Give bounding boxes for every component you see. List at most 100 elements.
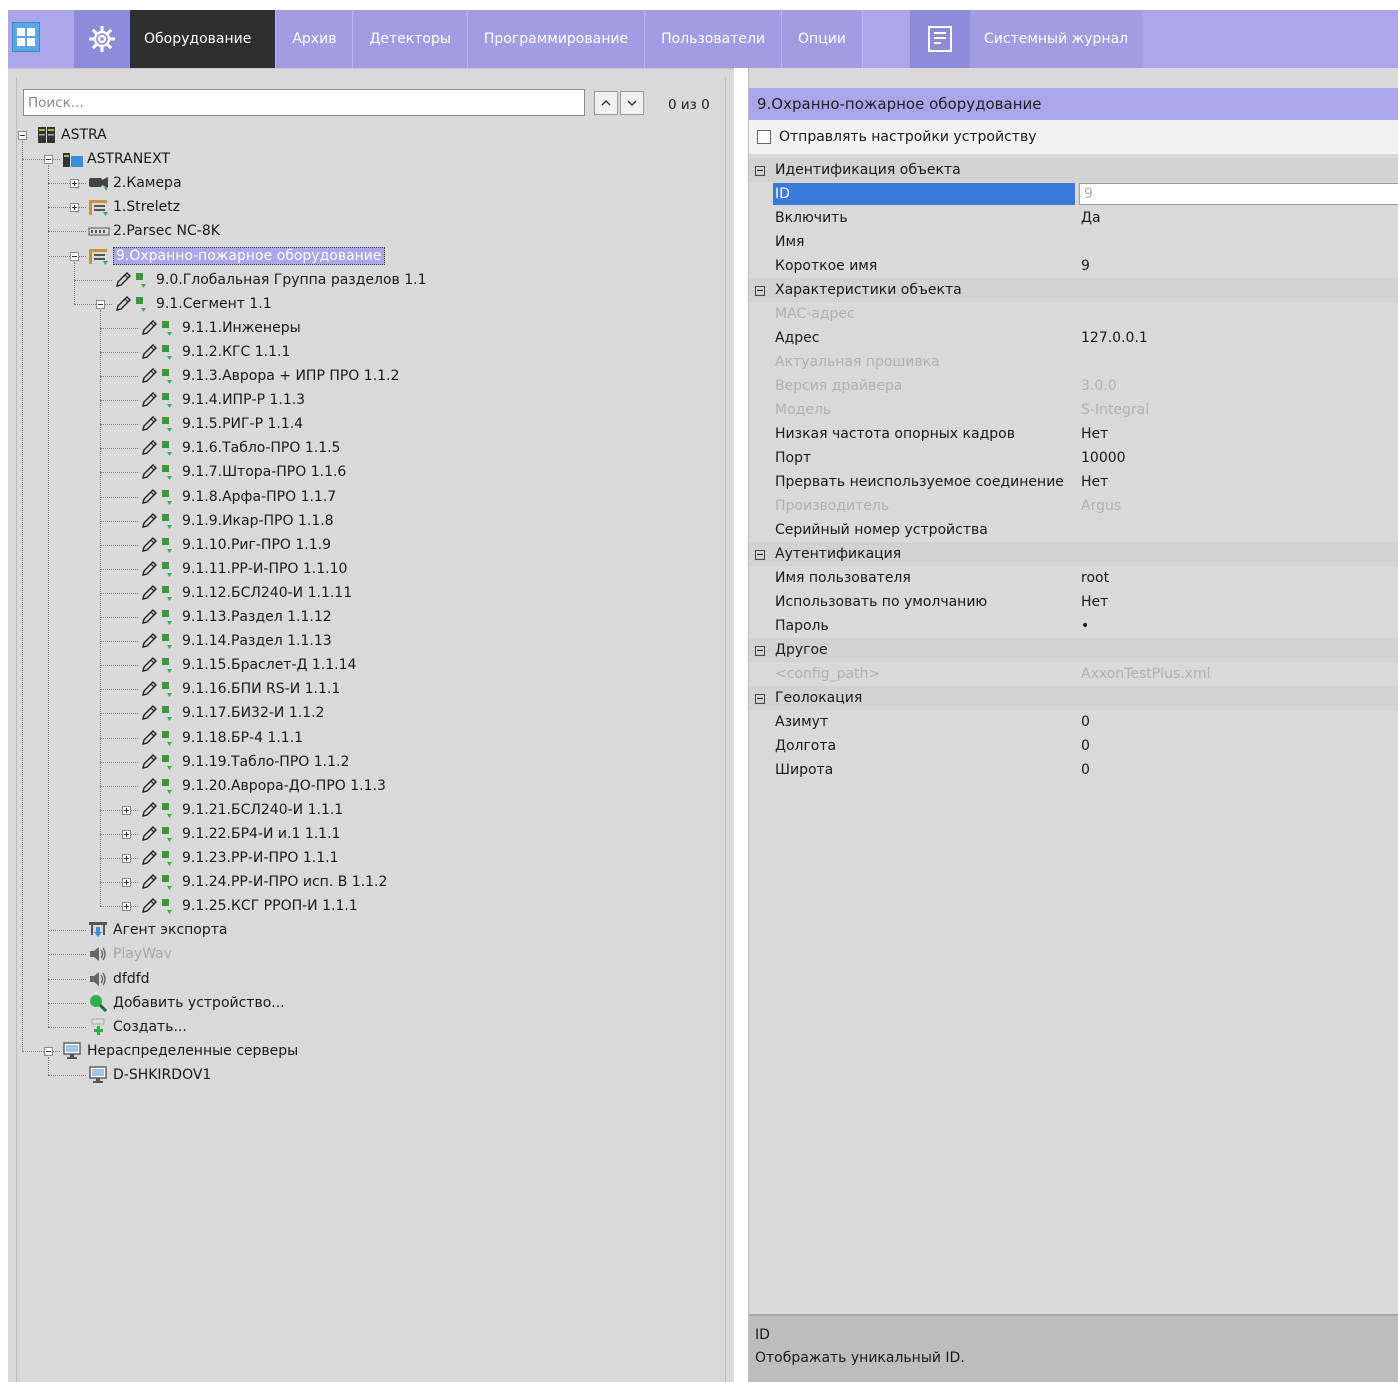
property-value[interactable]: Argus xyxy=(1081,498,1121,514)
collapse-icon[interactable] xyxy=(755,646,765,656)
property-row[interactable]: Короткое имя 9 xyxy=(749,254,1398,278)
property-value[interactable]: S-Integral xyxy=(1081,402,1149,418)
tree-item[interactable]: D-SHKIRDOV1 xyxy=(88,1063,211,1087)
tree-item[interactable]: 9.1.10.Риг-ПРО 1.1.9 xyxy=(140,533,331,557)
property-row[interactable]: Использовать по умолчанию Нет xyxy=(749,590,1398,614)
tree-item[interactable]: 9.1.15.Браслет-Д 1.1.14 xyxy=(140,653,356,677)
tree-item[interactable]: 9.1.20.Аврора-ДО-ПРО 1.1.3 xyxy=(140,774,386,798)
property-value[interactable]: 9 xyxy=(1081,258,1090,274)
property-row[interactable]: Азимут 0 xyxy=(749,710,1398,734)
property-row[interactable]: Серийный номер устройства xyxy=(749,518,1398,542)
tree-item[interactable]: 9.1.14.Раздел 1.1.13 xyxy=(140,629,332,653)
tab-1[interactable]: Архив xyxy=(276,10,354,68)
tree-item[interactable]: 9.1.23.РР-И-ПРО 1.1.1 xyxy=(140,846,339,870)
tree-item[interactable]: 9.1.11.РР-И-ПРО 1.1.10 xyxy=(140,557,347,581)
tree-item[interactable]: 9.1.6.Табло-ПРО 1.1.5 xyxy=(140,436,340,460)
collapse-icon[interactable] xyxy=(755,286,765,296)
tree-item[interactable]: 9.1.4.ИПР-Р 1.1.3 xyxy=(140,388,305,412)
tree-item[interactable]: ASTRANEXT xyxy=(62,147,170,171)
collapse-icon[interactable] xyxy=(755,166,765,176)
property-value[interactable]: 127.0.0.1 xyxy=(1081,330,1148,346)
tree-item[interactable]: 9.1.12.БСЛ240-И 1.1.11 xyxy=(140,581,352,605)
expand-icon[interactable] xyxy=(122,902,131,912)
tree-item[interactable]: Создать... xyxy=(88,1015,187,1039)
property-value[interactable]: AxxonTestPlus.xml xyxy=(1081,666,1211,682)
property-value[interactable]: root xyxy=(1081,570,1109,586)
property-row[interactable]: Модель S-Integral xyxy=(749,398,1398,422)
tree-item[interactable]: 2.Parsec NC-8K xyxy=(88,219,220,243)
tree-item[interactable]: 9.1.19.Табло-ПРО 1.1.2 xyxy=(140,750,349,774)
collapse-icon[interactable] xyxy=(755,550,765,560)
property-row[interactable]: Низкая частота опорных кадров Нет xyxy=(749,422,1398,446)
collapse-icon[interactable] xyxy=(70,251,79,261)
tab-2[interactable]: Детекторы xyxy=(353,10,468,68)
tab-3[interactable]: Программирование xyxy=(467,10,646,68)
expand-icon[interactable] xyxy=(122,805,131,815)
tree-item[interactable]: 9.1.18.БР-4 1.1.1 xyxy=(140,726,303,750)
tree-item[interactable]: 9.1.1.Инженеры xyxy=(140,316,301,340)
tree-item[interactable]: 9.1.2.КГС 1.1.1 xyxy=(140,340,290,364)
property-value[interactable]: 3.0.0 xyxy=(1081,378,1117,394)
tab-4[interactable]: Пользователи xyxy=(645,10,783,68)
property-row[interactable]: Адрес 127.0.0.1 xyxy=(749,326,1398,350)
property-row[interactable]: MAC-адрес xyxy=(749,302,1398,326)
collapse-icon[interactable] xyxy=(44,155,53,165)
send-settings-option[interactable]: Отправлять настройки устройству xyxy=(749,120,1398,154)
property-value[interactable]: 0 xyxy=(1081,762,1090,778)
property-value[interactable]: 0 xyxy=(1081,738,1090,754)
property-value[interactable]: • xyxy=(1081,618,1089,634)
property-category[interactable]: Другое xyxy=(749,638,1398,662)
tab-0[interactable]: Оборудование xyxy=(130,10,277,68)
tree-item[interactable]: 9.1.7.Штора-ПРО 1.1.6 xyxy=(140,460,346,484)
tree-item[interactable]: ASTRA xyxy=(36,123,107,147)
property-category[interactable]: Аутентификация xyxy=(749,542,1398,566)
collapse-icon[interactable] xyxy=(18,131,27,140)
property-row[interactable]: Актуальная прошивка xyxy=(749,350,1398,374)
tree-item[interactable]: 9.1.22.БР4-И и.1 1.1.1 xyxy=(140,822,340,846)
property-value[interactable]: 9 xyxy=(1079,183,1398,205)
expand-icon[interactable] xyxy=(122,854,131,863)
tree-item[interactable]: 9.Охранно-пожарное оборудование xyxy=(88,244,385,268)
grid-icon[interactable] xyxy=(12,22,40,52)
tab-system-journal[interactable]: Системный журнал xyxy=(970,10,1143,68)
property-value[interactable]: 0 xyxy=(1081,714,1090,730)
tree-item[interactable]: 9.1.8.Арфа-ПРО 1.1.7 xyxy=(140,485,336,509)
expand-icon[interactable] xyxy=(70,203,79,213)
collapse-icon[interactable] xyxy=(755,694,765,704)
property-row[interactable]: Порт 10000 xyxy=(749,446,1398,470)
tree-item[interactable]: 2.Камера xyxy=(88,171,182,195)
property-row[interactable]: Широта 0 xyxy=(749,758,1398,782)
expand-icon[interactable] xyxy=(122,829,131,839)
search-prev-button[interactable] xyxy=(594,91,618,115)
property-category[interactable]: Характеристики объекта xyxy=(749,278,1398,302)
property-row[interactable]: Версия драйвера 3.0.0 xyxy=(749,374,1398,398)
property-value[interactable]: Нет xyxy=(1081,594,1108,610)
property-row[interactable]: Имя пользователя root xyxy=(749,566,1398,590)
tree-item[interactable]: 9.1.21.БСЛ240-И 1.1.1 xyxy=(140,798,343,822)
property-row[interactable]: Включить Да xyxy=(749,206,1398,230)
property-row[interactable]: Прервать неиспользуемое соединение Нет xyxy=(749,470,1398,494)
tree-item[interactable]: Агент экспорта xyxy=(88,918,227,942)
tree-item[interactable]: 9.0.Глобальная Группа разделов 1.1 xyxy=(114,268,427,292)
property-row[interactable]: <config_path> AxxonTestPlus.xml xyxy=(749,662,1398,686)
collapse-icon[interactable] xyxy=(96,299,105,309)
journal-icon[interactable] xyxy=(910,10,970,68)
property-row[interactable]: Имя xyxy=(749,230,1398,254)
tree-item[interactable]: 9.1.25.КСГ РРОП-И 1.1.1 xyxy=(140,894,358,918)
property-value[interactable]: 10000 xyxy=(1081,450,1126,466)
tree-item[interactable]: dfdfd xyxy=(88,967,150,991)
tree-item[interactable]: Нераспределенные серверы xyxy=(62,1039,298,1063)
property-category[interactable]: Геолокация xyxy=(749,686,1398,710)
expand-icon[interactable] xyxy=(122,878,131,888)
tree-item[interactable]: 9.1.3.Аврора + ИПР ПРО 1.1.2 xyxy=(140,364,399,388)
property-row[interactable]: Производитель Argus xyxy=(749,494,1398,518)
property-row[interactable]: Пароль • xyxy=(749,614,1398,638)
property-row[interactable]: Долгота 0 xyxy=(749,734,1398,758)
tree-item[interactable]: 9.1.16.БПИ RS-И 1.1.1 xyxy=(140,677,340,701)
tab-5[interactable]: Опции xyxy=(782,10,863,68)
gear-icon[interactable] xyxy=(74,10,130,68)
expand-icon[interactable] xyxy=(70,179,79,189)
tree-item[interactable]: Добавить устройство... xyxy=(88,991,285,1015)
search-next-button[interactable] xyxy=(620,91,644,115)
tree-item[interactable]: 9.1.Сегмент 1.1 xyxy=(114,292,272,316)
